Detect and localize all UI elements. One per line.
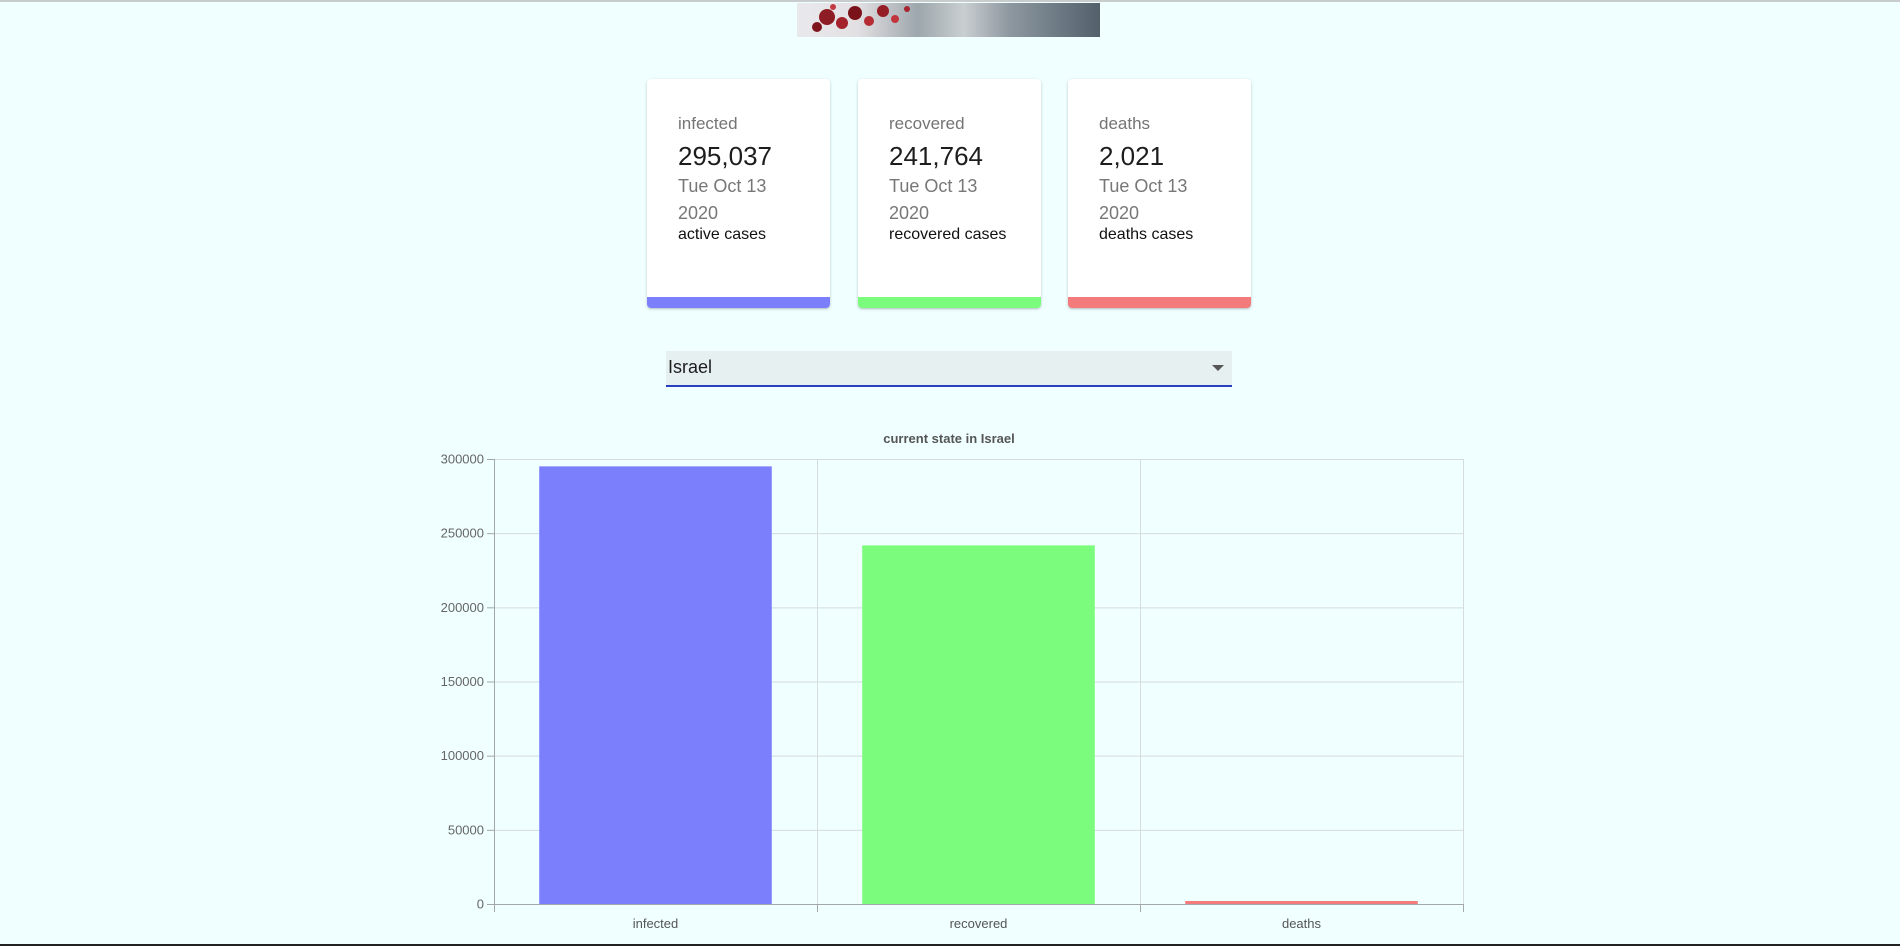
page: infected 295,037 Tue Oct 13 2020 active … (0, 0, 1900, 946)
chart-title: current state in Israel (883, 431, 1015, 446)
chart-bars (539, 466, 1418, 904)
bar-chart: current state in Israel 0 50000 100000 1500… (441, 431, 1464, 931)
x-tick-label: infected (633, 916, 679, 931)
y-tick-label: 100000 (441, 748, 484, 763)
y-tick-label: 250000 (441, 526, 484, 541)
x-tick-label: recovered (950, 916, 1008, 931)
bar-recovered[interactable] (862, 545, 1095, 904)
y-tick-label: 200000 (441, 600, 484, 615)
bar-deaths[interactable] (1185, 901, 1418, 904)
y-tick-label: 300000 (441, 452, 484, 467)
y-tick-label: 150000 (441, 674, 484, 689)
y-tick-label: 0 (477, 897, 484, 912)
x-tick-label: deaths (1282, 916, 1322, 931)
y-tick-label: 50000 (448, 822, 484, 837)
bar-infected[interactable] (539, 466, 772, 904)
